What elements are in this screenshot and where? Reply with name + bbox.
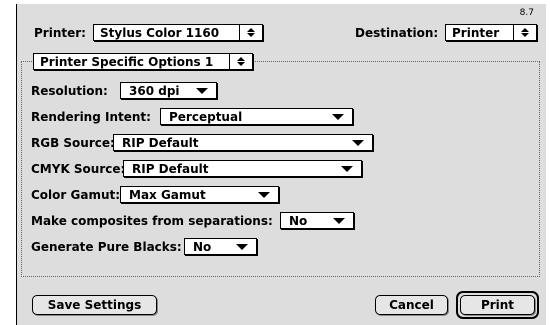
cmyk-source-dropdown[interactable]: RIP Default (123, 160, 362, 177)
resolution-label: Resolution: (31, 84, 108, 98)
destination-label: Destination: (355, 26, 439, 40)
composites-label: Make composites from separations: (31, 214, 273, 228)
rendering-intent-dropdown[interactable]: Perceptual (160, 108, 353, 125)
rendering-intent-label: Rendering Intent: (31, 110, 151, 124)
composites-dropdown[interactable]: No (280, 212, 354, 229)
pure-blacks-dropdown[interactable]: No (184, 238, 257, 255)
panel-selector-value: Printer Specific Options 1 (40, 54, 214, 69)
rgb-source-dropdown[interactable]: RIP Default (113, 134, 373, 151)
version-label: 8.7 (519, 8, 534, 18)
save-settings-button[interactable]: Save Settings (32, 295, 157, 315)
chevron-down-icon (196, 88, 208, 94)
cancel-button[interactable]: Cancel (375, 295, 448, 315)
print-button[interactable]: Print (460, 295, 535, 315)
resolution-dropdown[interactable]: 360 dpi (120, 82, 217, 99)
rgb-source-value: RIP Default (122, 135, 199, 150)
destination-popup-value: Printer (452, 25, 500, 40)
chevron-down-icon (341, 166, 353, 172)
print-dialog: 8.7 Printer: Stylus Color 1160 Destinati… (16, 4, 546, 325)
pure-blacks-value: No (193, 239, 212, 254)
rgb-source-label: RGB Source: (31, 136, 115, 150)
chevron-down-icon (258, 192, 270, 198)
resolution-value: 360 dpi (129, 83, 180, 98)
color-gamut-value: Max Gamut (129, 187, 206, 202)
chevron-down-icon (352, 140, 364, 146)
chevron-down-icon (332, 114, 344, 120)
pure-blacks-label: Generate Pure Blacks: (31, 240, 182, 254)
printer-label: Printer: (34, 26, 86, 40)
chevron-down-icon (333, 218, 345, 224)
panel-selector-popup[interactable]: Printer Specific Options 1 (33, 53, 253, 70)
destination-popup[interactable]: Printer (445, 24, 537, 41)
updown-arrows-icon (229, 54, 252, 69)
chevron-down-icon (236, 244, 248, 250)
color-gamut-label: Color Gamut: (31, 188, 121, 202)
cmyk-source-label: CMYK Source: (31, 162, 126, 176)
printer-popup[interactable]: Stylus Color 1160 (93, 24, 263, 41)
updown-arrows-icon (513, 25, 536, 40)
updown-arrows-icon (239, 25, 262, 40)
printer-popup-value: Stylus Color 1160 (100, 25, 220, 40)
composites-value: No (289, 213, 308, 228)
rendering-intent-value: Perceptual (169, 109, 243, 124)
cmyk-source-value: RIP Default (132, 161, 209, 176)
color-gamut-dropdown[interactable]: Max Gamut (120, 186, 279, 203)
